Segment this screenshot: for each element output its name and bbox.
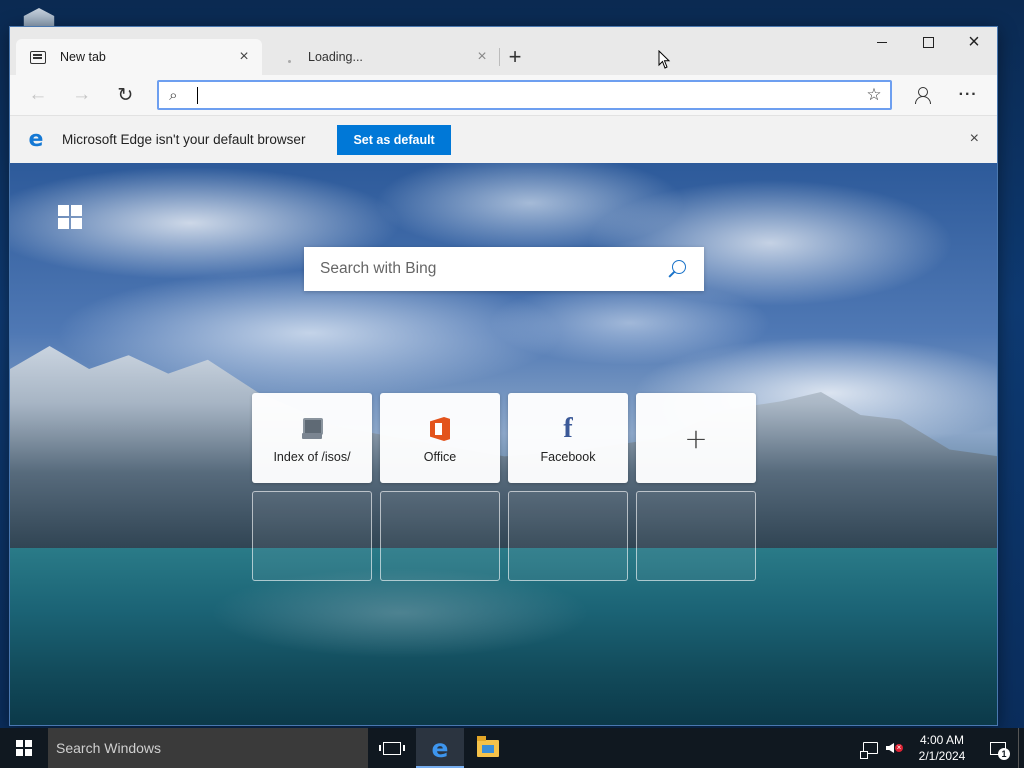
plus-icon: + (684, 421, 708, 455)
quick-link-label: Office (423, 450, 457, 464)
infobar-close-icon[interactable]: × (970, 130, 979, 148)
quick-link-label: Index of /isos/ (273, 450, 351, 464)
microsoft-logo-icon (58, 205, 82, 229)
forward-button[interactable]: → (60, 79, 104, 111)
bing-search-box[interactable] (304, 247, 704, 291)
infobar-message: Microsoft Edge isn't your default browse… (62, 132, 306, 147)
bing-search-input[interactable] (320, 260, 666, 278)
search-icon: ⌕ (169, 86, 178, 104)
new-tab-button[interactable]: + (500, 39, 530, 75)
empty-quick-link-slot (380, 491, 500, 581)
volume-muted-icon (886, 741, 903, 755)
add-quick-link-button[interactable]: + (636, 393, 756, 483)
quick-link-facebook[interactable]: f Facebook (508, 393, 628, 483)
empty-quick-link-slot (636, 491, 756, 581)
close-window-button[interactable]: × (951, 27, 997, 57)
title-bar: New tab × Loading... × + × (10, 27, 997, 75)
computer-icon (302, 418, 323, 440)
show-desktop-button[interactable] (1018, 728, 1024, 768)
person-icon (915, 87, 932, 104)
clock-date: 2/1/2024 (918, 749, 966, 763)
window-controls: × (859, 27, 997, 57)
tab-close-icon[interactable]: × (474, 48, 490, 66)
quick-link-index-of-isos[interactable]: Index of /isos/ (252, 393, 372, 483)
edge-browser-window: New tab × Loading... × + × ← → ↻ ⌕ ☆ ···… (9, 26, 998, 726)
loading-spinner-icon (282, 50, 296, 64)
minimize-button[interactable] (859, 27, 905, 57)
default-browser-infobar: e Microsoft Edge isn't your default brow… (10, 115, 997, 163)
volume-button[interactable] (882, 728, 906, 768)
settings-more-button[interactable]: ··· (945, 79, 991, 111)
taskbar-file-explorer-button[interactable] (464, 728, 512, 768)
tab-title: Loading... (308, 50, 363, 64)
tab-title: New tab (60, 50, 106, 64)
clock[interactable]: 4:00 AM 2/1/2024 (912, 732, 972, 764)
set-as-default-button[interactable]: Set as default (337, 124, 451, 155)
tab-new-tab[interactable]: New tab × (16, 39, 262, 75)
windows-logo-icon (16, 740, 32, 756)
folder-icon (477, 735, 499, 757)
tab-separator (499, 48, 500, 66)
tab-loading[interactable]: Loading... × (262, 39, 500, 75)
new-tab-page: Index of /isos/ Office f Facebook + (10, 163, 997, 725)
empty-quick-link-slot (252, 491, 372, 581)
network-button[interactable] (858, 728, 882, 768)
clock-time: 4:00 AM (919, 733, 965, 747)
windows-taskbar: Search Windows e 4:00 AM 2/1/2024 1 (0, 728, 1024, 768)
quick-link-label: Facebook (540, 450, 596, 464)
facebook-icon: f (563, 413, 573, 444)
edge-icon: e (431, 733, 449, 763)
text-caret (197, 86, 199, 104)
task-view-icon (379, 741, 405, 755)
navigation-toolbar: ← → ↻ ⌕ ☆ ··· (10, 75, 997, 115)
address-input[interactable] (200, 87, 867, 103)
network-icon (859, 742, 878, 759)
back-button[interactable]: ← (16, 79, 60, 111)
taskbar-edge-button[interactable]: e (416, 728, 464, 768)
new-tab-page-icon (30, 50, 46, 64)
office-icon (430, 417, 450, 441)
action-center-button[interactable]: 1 (978, 728, 1018, 768)
search-icon[interactable] (666, 258, 688, 280)
start-button[interactable] (0, 728, 48, 768)
maximize-button[interactable] (905, 27, 951, 57)
quick-links-grid: Index of /isos/ Office f Facebook + (252, 393, 762, 581)
task-view-button[interactable] (368, 728, 416, 768)
favorite-star-icon[interactable]: ☆ (866, 85, 881, 105)
address-bar[interactable]: ⌕ ☆ (157, 80, 892, 110)
desktop-recycle-bin-icon[interactable] (23, 8, 55, 28)
edge-logo-icon: e (28, 126, 44, 152)
tab-close-icon[interactable]: × (236, 48, 252, 66)
empty-quick-link-slot (508, 491, 628, 581)
notification-count-badge: 1 (998, 748, 1010, 760)
refresh-button[interactable]: ↻ (103, 79, 147, 111)
system-tray: 4:00 AM 2/1/2024 1 (858, 728, 1024, 768)
taskbar-search-box[interactable]: Search Windows (48, 728, 368, 768)
quick-link-office[interactable]: Office (380, 393, 500, 483)
profile-button[interactable] (900, 79, 946, 111)
